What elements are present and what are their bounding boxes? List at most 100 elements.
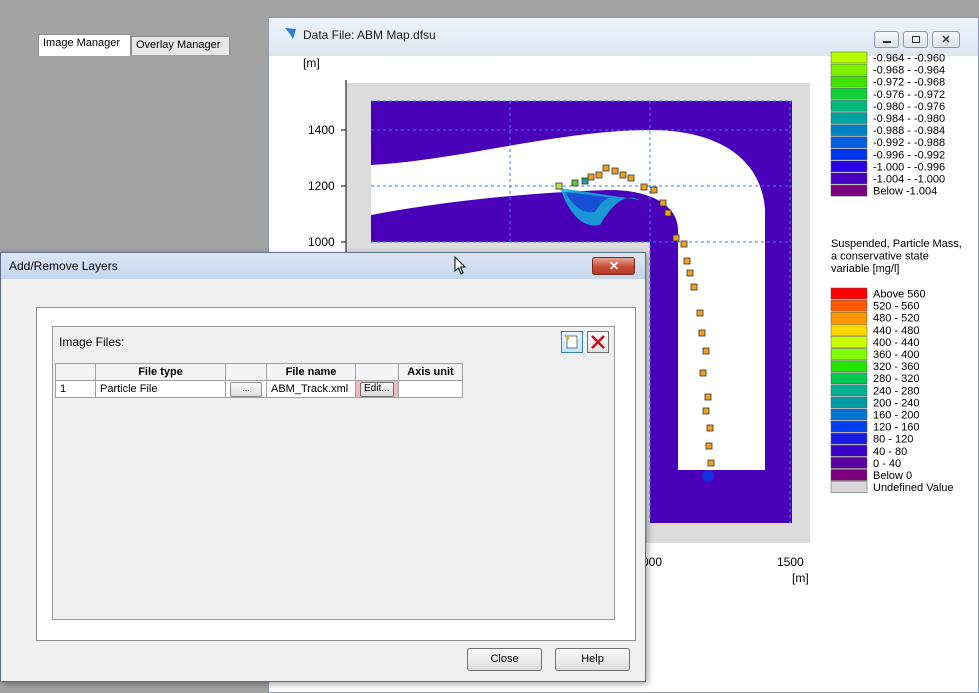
legend-lower-title: Suspended, Particle Mass, (831, 238, 962, 250)
legend-upper-label: -0.984 - -0.980 (873, 113, 945, 125)
remove-image-button[interactable] (587, 331, 609, 353)
y-axis-ticks (341, 129, 346, 243)
row-number: 1 (55, 380, 96, 398)
legend-upper-swatch (830, 88, 868, 100)
legend-upper-label: -0.968 - -0.964 (873, 65, 945, 77)
concentration-spot (702, 470, 714, 482)
table-row[interactable]: 1 Particle File ... ABM_Track.xml Edit..… (55, 380, 463, 398)
column-header[interactable]: Axis unit (398, 363, 463, 381)
legend-upper-swatch (830, 172, 868, 185)
edit-cell: Edit... (355, 380, 399, 398)
tab-overlay-manager[interactable]: Overlay Manager (131, 36, 230, 55)
legend-lower-swatch (830, 481, 868, 493)
legend-lower-label: 440 - 480 (873, 325, 919, 337)
legend-lower-label: Below 0 (873, 470, 912, 482)
y-tick-label: 1400 (308, 123, 335, 137)
close-button[interactable]: Close (467, 648, 542, 671)
dialog-title: Add/Remove Layers (9, 259, 118, 273)
help-button[interactable]: Help (555, 648, 630, 671)
legend-lower-label: 200 - 240 (873, 397, 919, 409)
legend-lower-label: 280 - 320 (873, 373, 919, 385)
legend-lower-label: 360 - 400 (873, 349, 919, 361)
legend-lower-title: a conservative state (831, 251, 929, 263)
legend-upper-swatch (830, 100, 868, 112)
legend-lower-label: 240 - 280 (873, 385, 919, 397)
legend-upper-swatch (830, 136, 868, 148)
legend-lower-label: 120 - 160 (873, 422, 919, 434)
legend-upper-label: -1.004 - -1.000 (873, 174, 945, 186)
legend-lower-swatch (830, 469, 868, 481)
legend-upper-label: -1.000 - -0.996 (873, 161, 945, 173)
file-name-cell[interactable]: ABM_Track.xml (266, 380, 356, 398)
y-tick-label: 1200 (308, 179, 335, 193)
legend-lower-swatch (830, 445, 868, 457)
legend-lower-label: 480 - 520 (873, 313, 919, 325)
x-tick-label: 1500 (777, 555, 804, 569)
image-files-table: File type File name Axis unit 1 Particle… (55, 363, 463, 398)
y-tick-label: 1000 (308, 235, 335, 249)
browse-cell: ... (225, 380, 267, 398)
legend-lower-swatch (830, 457, 868, 469)
add-image-button[interactable] (561, 331, 583, 353)
legend-upper-label: -0.996 - -0.992 (873, 149, 945, 161)
legend-lower-swatch (830, 408, 868, 421)
axis-unit-cell[interactable] (398, 380, 463, 398)
legend-upper-label: -0.980 - -0.976 (873, 101, 945, 113)
legend-lower-swatch (830, 299, 868, 312)
file-type-cell[interactable]: Particle File (95, 380, 226, 398)
legend-lower-swatch (830, 336, 868, 348)
close-icon: ✕ (609, 259, 620, 273)
legend-lower-swatch (830, 396, 868, 409)
legend-lower-label: 40 - 80 (873, 446, 907, 458)
edit-button[interactable]: Edit... (360, 381, 394, 397)
legend-lower-label: 160 - 200 (873, 410, 919, 422)
legend-lower: Suspended, Particle Mass,a conservative … (830, 238, 962, 494)
legend-lower-label: 400 - 440 (873, 337, 919, 349)
y-axis-unit: [m] (303, 56, 320, 70)
legend-lower-swatch (830, 372, 868, 384)
legend-upper-swatch (830, 51, 868, 64)
legend-lower-swatch (830, 432, 868, 445)
legend-lower-swatch (830, 311, 868, 324)
legend-lower-swatch (830, 324, 868, 336)
tab-image-manager[interactable]: Image Manager (38, 34, 131, 56)
legend-lower-label: 320 - 360 (873, 361, 919, 373)
legend-upper-label: -0.988 - -0.984 (873, 125, 945, 137)
image-files-label: Image Files: (59, 335, 125, 349)
legend-lower-label: 0 - 40 (873, 458, 901, 470)
legend-upper-swatch (830, 75, 868, 88)
legend-upper-label: -0.992 - -0.988 (873, 137, 945, 149)
table-header-row: File type File name Axis unit (55, 363, 463, 381)
legend-lower-label: Undefined Value (873, 482, 954, 494)
dialog-close-button[interactable]: ✕ (592, 257, 635, 275)
legend-lower-label: 520 - 560 (873, 301, 919, 313)
browse-button[interactable]: ... (230, 381, 262, 397)
legend-lower-title: variable [mg/l] (831, 263, 899, 275)
delete-icon (591, 335, 605, 349)
legend-lower-swatch (830, 348, 868, 360)
mouse-cursor-icon (454, 256, 467, 275)
legend-lower-swatch (830, 384, 868, 397)
column-header (225, 363, 267, 381)
legend-lower-label: 80 - 120 (873, 434, 913, 446)
legend-upper-swatch (830, 63, 868, 76)
legend-upper-swatch (830, 112, 868, 124)
legend-upper-label: -0.964 - -0.960 (873, 53, 945, 65)
legend-lower-swatch (830, 360, 868, 372)
legend-upper-swatch (830, 160, 868, 173)
legend-upper-label: Below -1.004 (873, 186, 937, 198)
column-header[interactable]: File type (95, 363, 226, 381)
x-axis-unit: [m] (792, 571, 809, 585)
add-file-icon (564, 334, 578, 349)
legend-upper-swatch (830, 148, 868, 161)
legend-upper: -0.964 - -0.960-0.968 - -0.964-0.972 - -… (830, 51, 945, 198)
legend-upper-label: -0.972 - -0.968 (873, 77, 945, 89)
legend-lower-swatch (830, 420, 868, 433)
dialog-titlebar[interactable]: Add/Remove Layers ✕ (1, 253, 645, 279)
legend-upper-swatch (830, 124, 868, 136)
legend-upper-swatch (830, 184, 868, 197)
legend-lower-swatch (830, 287, 868, 300)
legend-upper-label: -0.976 - -0.972 (873, 89, 945, 101)
column-header[interactable]: File name (266, 363, 356, 381)
legend-lower-label: Above 560 (873, 289, 926, 301)
